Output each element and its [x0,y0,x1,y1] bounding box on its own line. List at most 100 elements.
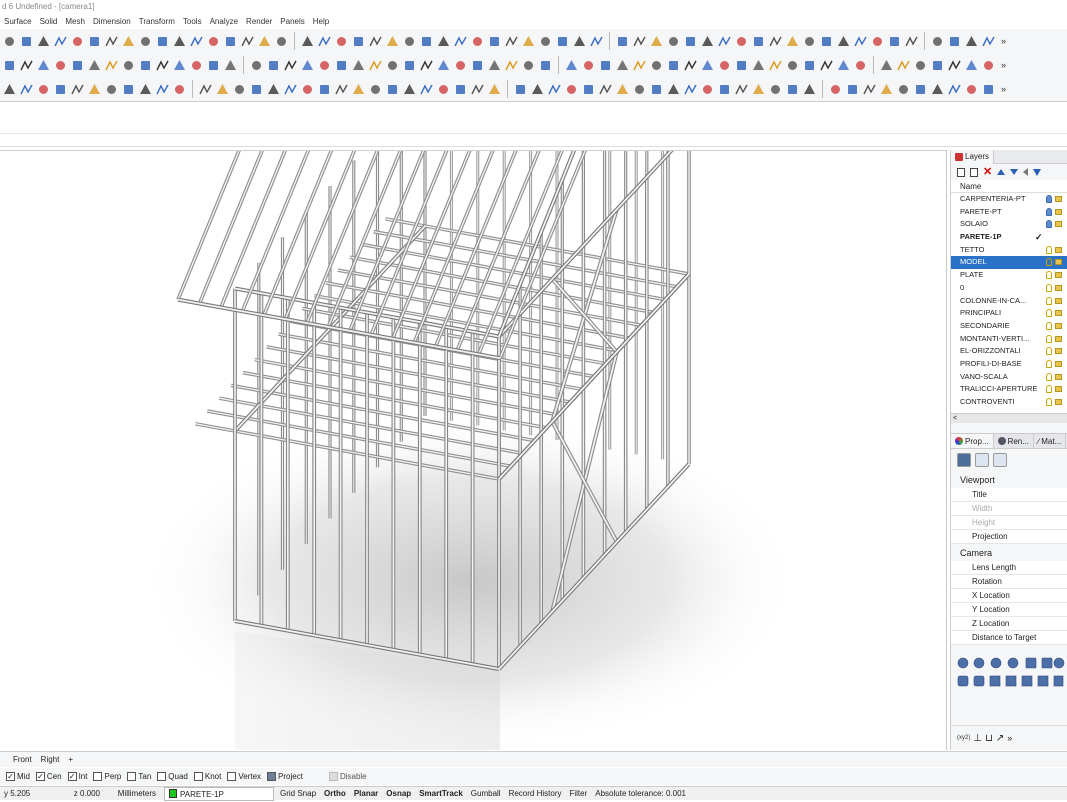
toolbar-tool-icon[interactable] [249,82,264,97]
toolbar-tool-icon[interactable] [700,34,715,49]
layer-row[interactable]: CONTROVENTI [951,396,1067,409]
filter-icon[interactable] [1033,168,1042,176]
viewport-field[interactable]: Projection [951,530,1067,544]
tab-rendering[interactable]: Ren... [993,434,1034,448]
toolbar-tool-icon[interactable] [351,58,366,73]
toolbar-tool-icon[interactable] [172,34,187,49]
toolbar-tool-icon[interactable] [521,34,536,49]
toolbar-tool-icon[interactable] [334,82,349,97]
toolbar-tool-icon[interactable] [189,58,204,73]
toolbar-tool-icon[interactable] [666,58,681,73]
toolbar-tool-icon[interactable] [819,34,834,49]
visibility-bulb-icon[interactable] [1046,258,1052,267]
toolbar-tool-icon[interactable] [334,34,349,49]
visibility-bulb-icon[interactable] [1046,321,1052,330]
toolbar-tool-icon[interactable] [947,34,962,49]
menu-panels[interactable]: Panels [276,14,308,29]
toolbar-tool-icon[interactable] [419,82,434,97]
toolbar-tool-icon[interactable] [53,58,68,73]
toolbar-tool-icon[interactable] [819,58,834,73]
snap-xy-label[interactable]: (xy2) [957,735,970,741]
toolbar-tool-icon[interactable] [215,82,230,97]
osnap-vertex[interactable]: Vertex [227,772,261,781]
tab-layers[interactable]: Layers [951,149,995,164]
toolbar-tool-icon[interactable] [368,34,383,49]
current-layer-check-icon[interactable]: ✓ [1035,231,1043,244]
toolbar-tool-icon[interactable] [453,58,468,73]
toolbar-tool-icon[interactable] [317,82,332,97]
osnap-checkbox[interactable] [267,772,277,781]
dimension-icon[interactable]: ⊥ [973,733,982,744]
toolbar-tool-icon[interactable] [504,34,519,49]
toolbar-tool-icon[interactable] [223,34,238,49]
toolbar-tool-icon[interactable] [598,58,613,73]
menu-dimension[interactable]: Dimension [89,14,135,29]
collapse-icon[interactable] [1023,168,1029,176]
toolbar-tool-icon[interactable] [436,82,451,97]
toolbar-tool-icon[interactable] [300,82,315,97]
toolbar-tool-icon[interactable] [853,58,868,73]
toolbar-tool-icon[interactable] [232,82,247,97]
toolbar-tool-icon[interactable] [138,58,153,73]
toolbar-tool-icon[interactable] [734,58,749,73]
toolbar-tool-icon[interactable] [121,58,136,73]
layer-row[interactable]: 0 [951,282,1067,295]
toolbar-tool-icon[interactable] [538,34,553,49]
toolbar-tool-icon[interactable] [487,34,502,49]
osnap-checkbox[interactable] [193,772,203,781]
osnap-checkbox[interactable] [157,772,167,781]
toolbar-tool-icon[interactable] [930,58,945,73]
toolbar-tool-icon[interactable] [828,82,843,97]
lock-icon[interactable] [1055,386,1062,393]
toolbar-tool-icon[interactable] [564,58,579,73]
toolbar-tool-icon[interactable] [19,82,34,97]
camera-field[interactable]: Lens Length [951,561,1067,575]
toolbar-tool-icon[interactable] [453,82,468,97]
toolbar-tool-icon[interactable] [266,58,281,73]
osnap-int[interactable]: ✓ Int [67,772,87,781]
toolbar-tool-icon[interactable] [138,34,153,49]
arrow-icon[interactable]: ↗ [996,733,1004,744]
toolbar-tool-icon[interactable] [300,34,315,49]
filter-toggle[interactable]: Filter [565,787,591,801]
toolbar-tool-icon[interactable] [121,34,136,49]
toolbar-tool-icon[interactable] [504,58,519,73]
toolbar-tool-icon[interactable] [802,82,817,97]
osnap-checkbox[interactable]: ✓ [6,772,15,781]
toolbar-tool-icon[interactable] [530,82,545,97]
visibility-bulb-icon[interactable] [1046,296,1052,305]
lock-icon[interactable] [1055,335,1062,342]
layer-row[interactable]: EL-ORIZZONTALI [951,345,1067,358]
toolbar-tool-icon[interactable] [402,82,417,97]
toolbar-tool-icon[interactable] [836,34,851,49]
delete-layer-icon[interactable]: ✕ [983,167,992,178]
new-sublayer-icon[interactable] [970,167,978,177]
layer-row[interactable]: PLATE [951,269,1067,282]
visibility-bulb-icon[interactable] [1046,283,1052,292]
toolbar-tool-icon[interactable] [2,34,17,49]
toolbar-tool-icon[interactable] [172,82,187,97]
record-history-toggle[interactable]: Record History [505,787,566,801]
camera-field[interactable]: Y Location [951,603,1067,617]
layer-row[interactable]: PARETE-1P ✓ [951,231,1067,244]
lock-icon[interactable] [1055,246,1062,253]
toolbar-tool-icon[interactable] [734,34,749,49]
layer-row[interactable]: TETTO [951,244,1067,257]
move-down-icon[interactable] [1010,169,1019,175]
layer-row[interactable]: SOLAIO [951,218,1067,231]
toolbar-tool-icon[interactable] [615,82,630,97]
texture-icon[interactable] [993,453,1007,467]
visibility-bulb-icon[interactable] [1046,220,1052,229]
visibility-bulb-icon[interactable] [1046,359,1052,368]
toolbar-tool-icon[interactable] [768,34,783,49]
current-layer[interactable]: PARETE-1P [164,786,274,801]
toolbar-tool-icon[interactable] [53,34,68,49]
visibility-bulb-icon[interactable] [1046,271,1052,280]
toolbar-tool-icon[interactable] [581,58,596,73]
toolbar-tool-icon[interactable] [223,58,238,73]
lock-icon[interactable] [1055,373,1062,380]
toolbar-tool-icon[interactable] [521,58,536,73]
visibility-bulb-icon[interactable] [1046,245,1052,254]
units[interactable]: Millimeters [104,787,160,801]
visibility-bulb-icon[interactable] [1046,347,1052,356]
